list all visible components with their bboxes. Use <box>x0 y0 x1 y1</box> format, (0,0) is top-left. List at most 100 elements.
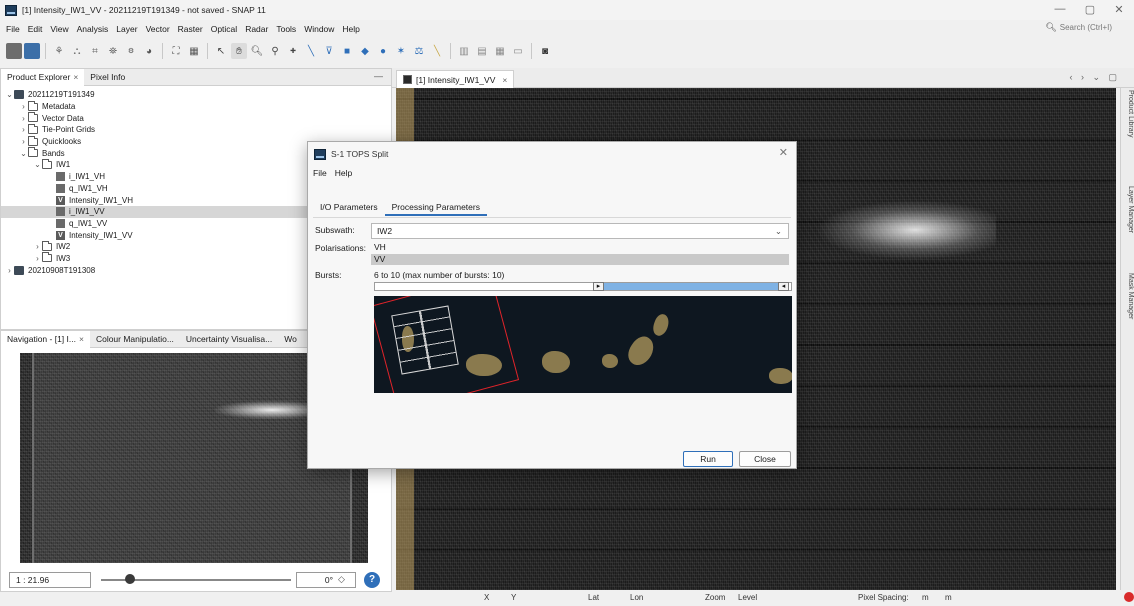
filter-icon[interactable]: ⛬ <box>69 43 85 59</box>
chevron-right-icon[interactable]: › <box>5 266 14 275</box>
rotation-field[interactable]: 0° <box>296 572 356 588</box>
zoom-slider-handle[interactable] <box>125 574 135 584</box>
tab-io-parameters[interactable]: I/O Parameters <box>313 198 385 216</box>
close-window-button[interactable]: ✕ <box>1111 3 1127 16</box>
chevron-down-icon[interactable]: ⌄ <box>33 160 42 169</box>
graticule-icon[interactable]: ⌗ <box>87 43 103 59</box>
help-icon[interactable]: ? <box>364 572 380 588</box>
menu-analysis[interactable]: Analysis <box>73 24 113 34</box>
navigation-viewport-frame[interactable] <box>32 353 352 563</box>
subswath-value: IW2 <box>377 226 393 236</box>
tab-world-view[interactable]: Wo <box>278 331 303 348</box>
mask-icon[interactable]: ◕ <box>141 43 157 59</box>
tab-navigation-icons[interactable]: ‹ › ⌄ ▢ <box>1069 72 1120 83</box>
gcp-placing-icon[interactable]: ✚ <box>285 43 301 59</box>
chevron-down-icon[interactable]: ⌄ <box>5 90 14 99</box>
tree-item[interactable]: › Tie-Point Grids <box>1 123 391 136</box>
close-icon[interactable]: × <box>79 334 84 344</box>
menu-tools[interactable]: Tools <box>272 24 300 34</box>
subswath-select[interactable]: IW2 ⌄ <box>371 223 789 239</box>
dialog-menu-file[interactable]: File <box>308 168 331 178</box>
image-view-tabbar: [1] Intensity_IW1_VV × ‹ › ⌄ ▢ <box>392 68 1134 88</box>
tree-item[interactable]: › Metadata <box>1 100 391 113</box>
save-product-icon[interactable] <box>24 43 40 59</box>
menu-layer[interactable]: Layer <box>112 24 141 34</box>
menu-file[interactable]: File <box>0 24 24 34</box>
maximize-button[interactable]: ▢ <box>1082 3 1098 16</box>
line-draw-icon[interactable]: ╲ <box>303 43 319 59</box>
gcp-icon[interactable]: ⚙ <box>123 43 139 59</box>
tab-uncertainty-visualisation[interactable]: Uncertainty Visualisa... <box>180 331 278 348</box>
menu-optical[interactable]: Optical <box>207 24 241 34</box>
pan-tool-icon[interactable]: ✋︎ <box>231 43 247 59</box>
tab-processing-parameters[interactable]: Processing Parameters <box>384 198 487 216</box>
tile-evenly-icon[interactable]: ▥ <box>456 43 472 59</box>
chevron-right-icon[interactable]: › <box>33 242 42 251</box>
tab-mask-manager[interactable]: Mask Manager <box>1122 273 1134 319</box>
tree-item-label: Bands <box>42 148 65 158</box>
status-unit-m: m <box>945 593 952 602</box>
pin-manager-icon[interactable]: ⛶ <box>168 43 184 59</box>
range-finder-icon[interactable]: ⚖ <box>411 43 427 59</box>
chevron-right-icon[interactable]: › <box>19 102 28 111</box>
open-product-icon[interactable] <box>6 43 22 59</box>
polyline-draw-icon[interactable]: ⊽ <box>321 43 337 59</box>
menu-vector[interactable]: Vector <box>142 24 174 34</box>
zoom-tool-icon[interactable]: 🔍︎ <box>249 43 265 59</box>
minimize-panel-icon[interactable]: — <box>374 71 383 81</box>
search-box[interactable]: 🔍︎ Search (Ctrl+I) <box>1045 22 1112 33</box>
tile-vertical-icon[interactable]: ▦ <box>492 43 508 59</box>
tab-pixel-info[interactable]: Pixel Info <box>84 69 131 86</box>
burst-range-slider[interactable]: ▸ ◂ <box>374 282 792 291</box>
band-maths-icon[interactable]: ⚘ <box>51 43 67 59</box>
tree-item[interactable]: ⌄ 20211219T191349 <box>1 89 391 101</box>
close-icon[interactable]: × <box>502 75 507 85</box>
menu-view[interactable]: View <box>46 24 72 34</box>
dialog-menu-help[interactable]: Help <box>331 168 356 178</box>
tab-colour-manipulation[interactable]: Colour Manipulatio... <box>90 331 180 348</box>
menu-window[interactable]: Window <box>300 24 338 34</box>
tie-point-icon[interactable]: ⛯ <box>105 43 121 59</box>
tile-horizontal-icon[interactable]: ▤ <box>474 43 490 59</box>
search-icon: 🔍︎ <box>1045 22 1057 32</box>
menu-radar[interactable]: Radar <box>241 24 272 34</box>
sync-views-icon[interactable]: ◙ <box>537 43 553 59</box>
magic-wand-icon[interactable]: ✶ <box>393 43 409 59</box>
folder-icon <box>42 252 52 263</box>
menu-raster[interactable]: Raster <box>174 24 207 34</box>
run-button[interactable]: Run <box>683 451 733 467</box>
chevron-down-icon[interactable]: ⌄ <box>19 149 28 158</box>
rectangle-draw-icon[interactable]: ■ <box>339 43 355 59</box>
tab-product-library[interactable]: Product Library <box>1122 90 1134 137</box>
menu-edit[interactable]: Edit <box>24 24 47 34</box>
gcp-manager-icon[interactable]: ▦ <box>186 43 202 59</box>
zoom-factor-field[interactable]: 1 : 21.96 <box>9 572 91 588</box>
chevron-right-icon[interactable]: › <box>19 137 28 146</box>
close-icon[interactable]: × <box>73 72 78 82</box>
close-button[interactable]: Close <box>739 451 791 467</box>
polarisation-option-vh[interactable]: VH <box>371 242 789 253</box>
chevron-right-icon[interactable]: › <box>19 114 28 123</box>
tab-product-explorer[interactable]: Product Explorer × <box>1 68 85 86</box>
select-tool-icon[interactable]: ↖ <box>213 43 229 59</box>
polarisation-option-vv[interactable]: VV <box>371 254 789 265</box>
menu-help[interactable]: Help <box>338 24 363 34</box>
chevron-right-icon[interactable]: › <box>33 254 42 263</box>
chevron-right-icon[interactable]: › <box>19 125 28 134</box>
burst-footprint-map[interactable] <box>374 296 792 393</box>
burst-end-handle[interactable]: ◂ <box>778 282 789 291</box>
minimize-button[interactable]: — <box>1052 3 1068 15</box>
tab-navigation[interactable]: Navigation - [1] I... × <box>1 330 90 348</box>
tree-item[interactable]: › Vector Data <box>1 112 391 124</box>
rotation-spinner-icon[interactable]: ◇ <box>338 574 345 585</box>
ellipse-draw-icon[interactable]: ● <box>375 43 391 59</box>
burst-start-handle[interactable]: ▸ <box>593 282 604 291</box>
tab-layer-manager[interactable]: Layer Manager <box>1122 186 1134 233</box>
dialog-close-button[interactable]: ✕ <box>779 146 788 159</box>
notification-icon[interactable] <box>1124 592 1134 602</box>
tab-image-view[interactable]: [1] Intensity_IW1_VV × <box>396 70 515 88</box>
measure-icon[interactable]: ╲ <box>429 43 445 59</box>
tile-single-icon[interactable]: ▭ <box>510 43 526 59</box>
polygon-draw-icon[interactable]: ◆ <box>357 43 373 59</box>
pin-placing-icon[interactable]: ⚲ <box>267 43 283 59</box>
